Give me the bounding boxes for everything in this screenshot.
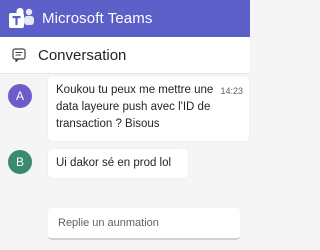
- app-title-bar: Microsoft Teams: [0, 0, 250, 37]
- page-title: Conversation: [38, 46, 127, 64]
- app-title: Microsoft Teams: [42, 10, 153, 27]
- teams-logo-icon: [8, 7, 36, 31]
- compose-box[interactable]: [48, 208, 240, 240]
- message-text: Koukou tu peux me mettre une data layeur…: [56, 84, 214, 130]
- message-text: Ui dakor sé en prod lol: [56, 157, 172, 169]
- message-bubble[interactable]: Ui dakor sé en prod lol: [48, 149, 188, 178]
- avatar[interactable]: B: [8, 150, 32, 174]
- reply-input[interactable]: [56, 216, 230, 230]
- message-timestamp: 14:23: [220, 86, 243, 96]
- avatar[interactable]: A: [8, 84, 32, 108]
- chat-icon[interactable]: [12, 48, 26, 63]
- conversation-header: Conversation: [0, 37, 250, 74]
- message-bubble[interactable]: Koukou tu peux me mettre une data layeur…: [48, 76, 249, 141]
